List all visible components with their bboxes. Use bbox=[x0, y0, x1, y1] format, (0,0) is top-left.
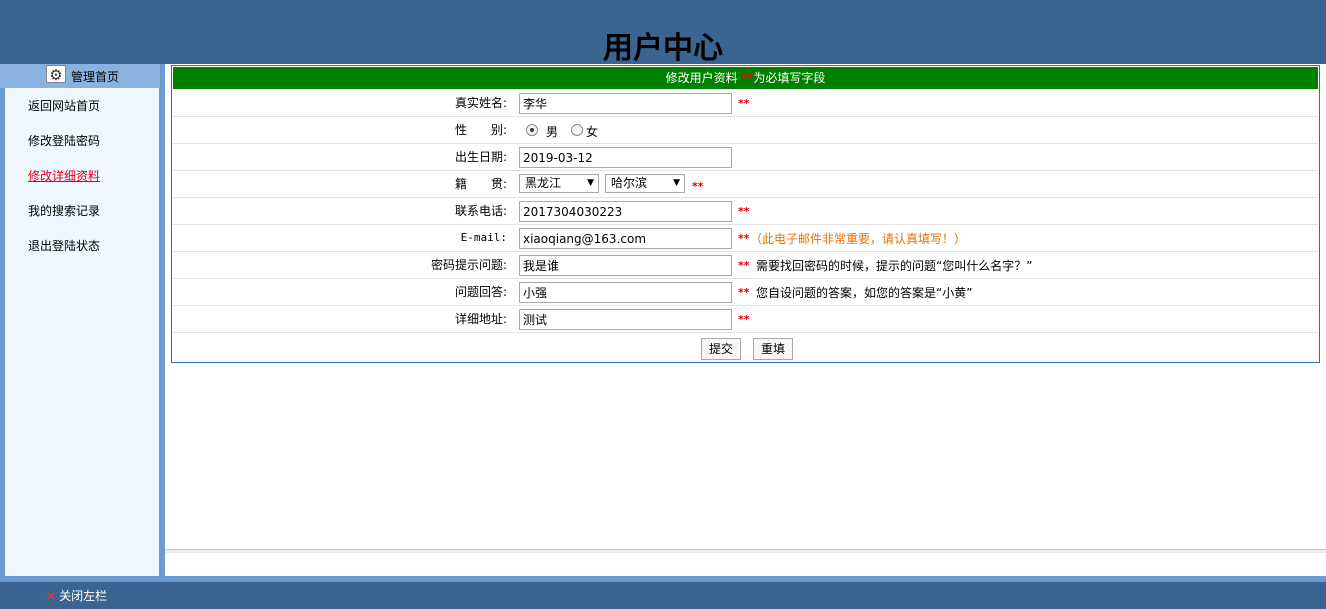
city-value: 哈尔滨 bbox=[611, 176, 648, 190]
row-origin: 籍 贯: 黑龙江 ▼ 哈尔滨 ▼ ** bbox=[173, 171, 1318, 198]
province-value: 黑龙江 bbox=[525, 176, 562, 190]
name-label: 真实姓名: bbox=[454, 96, 507, 110]
name-input[interactable] bbox=[519, 93, 732, 114]
close-icon: ✕ bbox=[46, 589, 57, 603]
question-input[interactable] bbox=[519, 255, 732, 276]
required-marker: ** bbox=[738, 313, 750, 326]
email-hint: （此电子邮件非常重要，请认真填写！） bbox=[750, 232, 967, 246]
sidebar-header-label: 管理首页 bbox=[71, 70, 120, 84]
sidebar: 返回网站首页 修改登陆密码 修改详细资料 我的搜索记录 退出登陆状态 bbox=[5, 88, 159, 576]
birth-date-input[interactable] bbox=[519, 147, 732, 168]
row-birth: 出生日期: bbox=[173, 144, 1318, 171]
sidebar-item-logout[interactable]: 退出登陆状态 bbox=[28, 238, 100, 254]
address-label: 详细地址: bbox=[454, 312, 507, 326]
sidebar-item-search-history[interactable]: 我的搜索记录 bbox=[28, 203, 100, 219]
province-select[interactable]: 黑龙江 ▼ bbox=[519, 174, 599, 193]
row-answer: 问题回答: ** 您自设问题的答案，如您的答案是“小黄” bbox=[173, 279, 1318, 306]
bottom-bar bbox=[0, 582, 1326, 609]
close-sidebar-button[interactable]: ✕ 关闭左栏 bbox=[46, 588, 107, 604]
gear-icon: ⚙ bbox=[46, 65, 66, 84]
answer-hint: 您自设问题的答案，如您的答案是“小黄” bbox=[756, 286, 973, 300]
submit-button[interactable]: 提交 bbox=[701, 338, 741, 360]
required-marker: ** bbox=[741, 71, 754, 85]
row-email: E-mail: ** （此电子邮件非常重要，请认真填写！） bbox=[173, 225, 1318, 252]
close-sidebar-label: 关闭左栏 bbox=[59, 589, 108, 603]
question-label: 密码提示问题: bbox=[430, 258, 507, 272]
phone-label: 联系电话: bbox=[454, 204, 507, 218]
answer-label: 问题回答: bbox=[454, 285, 507, 299]
gender-female-label: 女 bbox=[586, 125, 599, 139]
phone-input[interactable] bbox=[519, 201, 732, 222]
required-marker: ** bbox=[738, 286, 750, 299]
row-address: 详细地址: ** bbox=[173, 306, 1318, 333]
form-header: 修改用户资料 **为必填写字段 bbox=[173, 67, 1318, 89]
required-marker: ** bbox=[738, 205, 750, 218]
birth-label: 出生日期: bbox=[454, 150, 507, 164]
required-marker: ** bbox=[738, 232, 750, 245]
form-title-note: 为必填写字段 bbox=[753, 71, 826, 85]
chevron-down-icon: ▼ bbox=[673, 178, 680, 188]
email-input[interactable] bbox=[519, 228, 732, 249]
origin-label: 籍 贯: bbox=[454, 177, 507, 191]
required-marker: ** bbox=[692, 180, 704, 193]
sidebar-item-change-password[interactable]: 修改登陆密码 bbox=[28, 133, 100, 149]
question-hint: 需要找回密码的时候，提示的问题“您叫什么名字？” bbox=[756, 259, 1033, 273]
content-divider bbox=[165, 549, 1326, 553]
answer-input[interactable] bbox=[519, 282, 732, 303]
city-select[interactable]: 哈尔滨 ▼ bbox=[605, 174, 685, 193]
chevron-down-icon: ▼ bbox=[587, 178, 594, 188]
row-name: 真实姓名: ** bbox=[173, 90, 1318, 117]
gender-female-radio[interactable] bbox=[571, 124, 583, 136]
sidebar-item-edit-profile[interactable]: 修改详细资料 bbox=[28, 168, 100, 184]
required-marker: ** bbox=[738, 259, 750, 272]
gender-male-radio[interactable] bbox=[526, 124, 538, 136]
profile-form: 修改用户资料 **为必填写字段 真实姓名: ** 性 别: 男 女 出生日期: … bbox=[171, 65, 1320, 363]
row-phone: 联系电话: ** bbox=[173, 198, 1318, 225]
page-title: 用户中心 bbox=[603, 31, 723, 66]
sidebar-header[interactable]: ⚙ 管理首页 bbox=[0, 64, 160, 88]
reset-button[interactable]: 重填 bbox=[753, 338, 793, 360]
sidebar-item-home[interactable]: 返回网站首页 bbox=[28, 98, 100, 114]
gender-male-label: 男 bbox=[546, 125, 559, 139]
row-gender: 性 别: 男 女 bbox=[173, 117, 1318, 144]
required-marker: ** bbox=[738, 97, 750, 110]
row-actions: 提交 重填 bbox=[173, 333, 1318, 363]
email-label: E-mail: bbox=[460, 231, 507, 244]
gender-label: 性 别: bbox=[454, 123, 507, 137]
row-question: 密码提示问题: ** 需要找回密码的时候，提示的问题“您叫什么名字？” bbox=[173, 252, 1318, 279]
form-title: 修改用户资料 bbox=[665, 71, 738, 85]
address-input[interactable] bbox=[519, 309, 732, 330]
